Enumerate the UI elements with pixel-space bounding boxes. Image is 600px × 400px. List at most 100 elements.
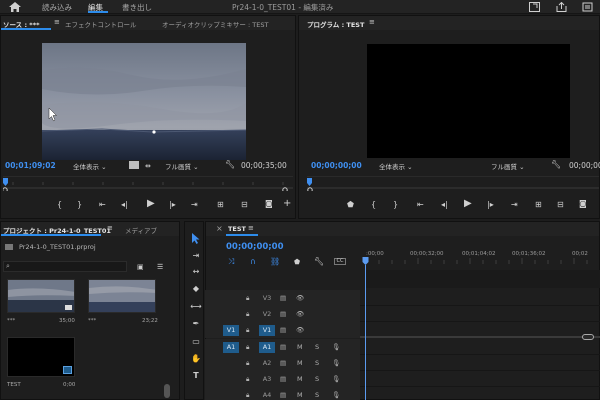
selection-tool-icon[interactable]: [191, 233, 201, 245]
step-back-icon[interactable]: ◂|: [441, 200, 448, 210]
step-forward-icon[interactable]: |▸: [487, 200, 494, 210]
solo-button[interactable]: S: [315, 342, 319, 353]
track-label-v3[interactable]: V3: [259, 293, 275, 304]
lock-icon[interactable]: 🔒︎: [246, 309, 249, 320]
sync-lock-icon[interactable]: ▤: [280, 358, 286, 369]
rectangle-tool-icon[interactable]: ▭: [190, 336, 202, 348]
track-resize-handle[interactable]: [582, 334, 594, 340]
captions-icon[interactable]: CC: [334, 258, 346, 265]
clip-thumbnail[interactable]: [88, 279, 156, 313]
add-button-icon[interactable]: +: [283, 199, 291, 209]
tab-program[interactable]: プログラム : TEST: [307, 19, 364, 29]
step-back-icon[interactable]: ◂|: [121, 200, 128, 210]
program-quality-dropdown[interactable]: フル画質 ⌄: [491, 161, 525, 171]
drag-video-audio-icon[interactable]: ⇹: [145, 161, 151, 171]
mark-in-icon[interactable]: {: [371, 200, 376, 210]
mute-button[interactable]: M: [297, 342, 303, 353]
ripple-edit-tool-icon[interactable]: ↔: [190, 266, 202, 278]
quick-export-icon[interactable]: [582, 2, 593, 12]
razor-tool-icon[interactable]: ◆: [190, 283, 202, 295]
panel-menu-icon[interactable]: ≡: [107, 224, 113, 232]
panel-menu-icon[interactable]: ≡: [369, 18, 375, 26]
source-time-ruler[interactable]: [2, 176, 293, 193]
overwrite-icon[interactable]: ⊟: [241, 200, 248, 210]
go-to-out-icon[interactable]: ⇥: [191, 200, 198, 210]
timeline-settings-icon[interactable]: 🔧︎: [314, 257, 324, 267]
nest-sequence-icon[interactable]: ⤨: [228, 257, 234, 267]
project-scrollbar[interactable]: [164, 384, 170, 398]
add-marker-icon[interactable]: ⬟: [347, 200, 354, 210]
wrench-icon[interactable]: 🔧︎: [551, 160, 561, 170]
panel-menu-icon[interactable]: ≡: [248, 224, 254, 232]
microphone-icon[interactable]: 🎙︎: [332, 358, 340, 369]
lock-icon[interactable]: 🔒︎: [246, 358, 249, 369]
go-to-out-icon[interactable]: ⇥: [511, 200, 518, 210]
program-current-timecode[interactable]: 00;00;00;00: [311, 161, 362, 170]
solo-button[interactable]: S: [315, 358, 319, 369]
source-patch-a1[interactable]: A1: [223, 342, 239, 353]
project-search-input[interactable]: ⌕: [3, 261, 127, 272]
timeline-timecode[interactable]: 00;00;00;00: [226, 242, 284, 252]
tab-audio-clip-mixer[interactable]: オーディオクリップミキサー : TEST: [162, 19, 268, 29]
type-tool-icon[interactable]: T: [190, 370, 202, 382]
camera-icon[interactable]: ◙: [579, 199, 587, 209]
play-icon[interactable]: ▶: [147, 199, 155, 209]
new-bin-icon[interactable]: ▣: [137, 262, 144, 272]
panel-menu-icon[interactable]: ≡: [54, 18, 60, 26]
track-label-v1[interactable]: V1: [259, 325, 275, 336]
workspace-import[interactable]: 読み込み: [42, 2, 72, 13]
source-playhead-icon[interactable]: [3, 178, 9, 186]
lock-icon[interactable]: 🔒︎: [246, 390, 249, 400]
close-icon[interactable]: ×: [216, 224, 223, 233]
sync-lock-icon[interactable]: ▤: [280, 374, 286, 385]
mark-in-icon[interactable]: {: [57, 200, 62, 210]
mark-out-icon[interactable]: }: [393, 200, 398, 210]
go-to-in-icon[interactable]: ⇤: [99, 200, 106, 210]
solo-button[interactable]: S: [315, 374, 319, 385]
mute-button[interactable]: M: [297, 374, 303, 385]
program-time-ruler[interactable]: [307, 176, 599, 193]
solo-button[interactable]: S: [315, 390, 319, 400]
microphone-icon[interactable]: 🎙︎: [332, 342, 340, 353]
lock-icon[interactable]: 🔒︎: [246, 325, 249, 336]
program-video-frame[interactable]: [367, 44, 570, 158]
sync-lock-icon[interactable]: ▤: [280, 325, 286, 336]
mark-out-icon[interactable]: }: [77, 200, 82, 210]
sync-lock-icon[interactable]: ▤: [280, 309, 286, 320]
lock-icon[interactable]: 🔒︎: [246, 342, 249, 353]
source-patch-v1[interactable]: V1: [223, 325, 239, 336]
track-label-a1[interactable]: A1: [259, 342, 275, 353]
sequence-thumbnail[interactable]: [7, 337, 75, 377]
sync-lock-icon[interactable]: ▤: [280, 390, 286, 400]
source-video-frame[interactable]: [42, 43, 246, 160]
clip-thumbnail[interactable]: [7, 279, 75, 313]
hand-tool-icon[interactable]: ✋: [190, 353, 202, 365]
eye-icon[interactable]: 👁︎: [296, 309, 304, 320]
tab-media-browser[interactable]: メディアブ: [125, 225, 157, 235]
settings-square-icon[interactable]: [129, 161, 139, 169]
track-select-tool-icon[interactable]: ⇥: [190, 250, 202, 262]
source-quality-dropdown[interactable]: フル画質 ⌄: [165, 161, 199, 171]
workspace-export[interactable]: 書き出し: [122, 2, 152, 13]
track-label-a3[interactable]: A3: [259, 374, 275, 385]
microphone-icon[interactable]: 🎙︎: [332, 390, 340, 400]
lock-icon[interactable]: 🔒︎: [246, 293, 249, 304]
insert-icon[interactable]: ⊞: [217, 200, 224, 210]
camera-icon[interactable]: ◙: [265, 199, 273, 209]
slip-tool-icon[interactable]: ⟷: [190, 301, 202, 313]
fullscreen-icon[interactable]: [529, 2, 540, 12]
timeline-playhead[interactable]: [362, 257, 370, 400]
sync-lock-icon[interactable]: ▤: [280, 342, 286, 353]
mute-button[interactable]: M: [297, 390, 303, 400]
timeline-ruler[interactable]: :00;00 00;00;32;00 00;01;04;02 00;01;36;…: [366, 244, 600, 268]
go-to-in-icon[interactable]: ⇤: [417, 200, 424, 210]
lock-icon[interactable]: 🔒︎: [246, 374, 249, 385]
program-zoom-dropdown[interactable]: 全体表示 ⌄: [379, 161, 413, 171]
pen-tool-icon[interactable]: ✒: [190, 318, 202, 330]
linked-selection-icon[interactable]: ⛓: [270, 257, 280, 267]
tab-sequence[interactable]: TEST: [228, 225, 246, 233]
sync-lock-icon[interactable]: ▤: [280, 293, 286, 304]
list-view-icon[interactable]: ☰: [157, 262, 163, 272]
step-forward-icon[interactable]: |▸: [169, 200, 176, 210]
snap-icon[interactable]: ∩: [250, 257, 256, 267]
